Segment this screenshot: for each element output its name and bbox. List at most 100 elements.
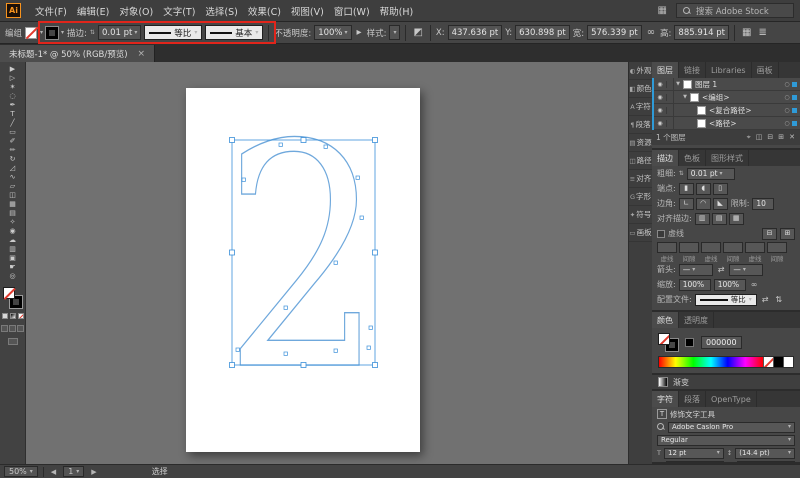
workspace-switcher-icon[interactable]: ▦ (658, 5, 667, 16)
line-segment-tool[interactable]: ╱ (2, 119, 24, 128)
menu-item[interactable]: 文字(T) (158, 2, 200, 20)
menu-item[interactable]: 编辑(E) (72, 2, 114, 20)
menu-item[interactable]: 窗口(W) (329, 2, 375, 20)
preserve-dash-icon[interactable]: ⊟ (762, 227, 777, 240)
gap-field[interactable] (723, 242, 743, 253)
arrange-documents-icon[interactable]: ▦ (740, 27, 753, 38)
color-spectrum[interactable] (658, 356, 794, 368)
style-dropdown[interactable]: ▾ (389, 25, 401, 40)
hex-field[interactable]: 000000 (701, 335, 742, 349)
panel-tab[interactable]: 色板 (679, 150, 706, 166)
selection-tool[interactable]: ▶ (2, 65, 24, 74)
artboard-tool[interactable]: ▣ (2, 254, 24, 263)
artboard-navigation-select[interactable]: 1 ▾ (63, 466, 85, 477)
symbol-sprayer-tool[interactable]: ☁ (2, 236, 24, 245)
paintbrush-tool[interactable]: ✐ (2, 137, 24, 146)
black-swatch[interactable] (773, 357, 783, 367)
magic-wand-tool[interactable]: ✶ (2, 83, 24, 92)
draw-normal-icon[interactable] (1, 325, 8, 332)
constrain-proportions-icon[interactable]: ∞ (645, 27, 657, 38)
rotate-tool[interactable]: ↻ (2, 155, 24, 164)
panel-tab[interactable]: 透明度 (679, 312, 714, 328)
panel-button-align[interactable]: ≡ 对齐 (629, 170, 652, 188)
locate-object-icon[interactable]: ⌖ (746, 133, 752, 142)
new-sublayer-icon[interactable]: ⊟ (766, 133, 774, 142)
stock-search-field[interactable]: 搜索 Adobe Stock (676, 3, 794, 18)
panel-button-paragraph[interactable]: ¶ 段落 (629, 116, 652, 134)
width-field[interactable]: 576.339 pt (587, 25, 642, 40)
font-family-dropdown[interactable]: Adobe Caslon Pro ▾ (668, 421, 795, 433)
screen-mode-button[interactable] (7, 338, 18, 345)
target-icon[interactable]: ○ (782, 120, 792, 127)
clipping-mask-icon[interactable]: ◫ (755, 133, 764, 142)
expand-caret-icon[interactable]: ▼ (674, 81, 682, 87)
menu-item[interactable]: 帮助(H) (375, 2, 419, 20)
layer-row[interactable]: ◉ <路径> ○ (654, 117, 800, 130)
current-color-swatch[interactable] (685, 337, 694, 347)
flip-along-icon[interactable]: ⇄ (760, 295, 771, 304)
menu-item[interactable]: 选择(S) (200, 2, 242, 20)
expand-caret-icon[interactable]: ▼ (681, 94, 689, 100)
stroke-color-swatch[interactable] (45, 25, 60, 40)
panel-button-character[interactable]: A 字符 (629, 98, 652, 116)
recolor-artwork-icon[interactable]: ◩ (411, 27, 424, 38)
shape-builder-tool[interactable]: ◫ (2, 191, 24, 200)
none-mode-icon[interactable] (17, 313, 24, 319)
menu-item[interactable]: 视图(V) (286, 2, 329, 20)
bevel-join-icon[interactable]: ◣ (712, 197, 728, 210)
draw-behind-icon[interactable] (9, 325, 16, 332)
previous-artboard-icon[interactable]: ◀ (49, 468, 58, 476)
panel-tab[interactable]: OpenType (706, 391, 757, 407)
stroke-caret-icon[interactable]: ▾ (61, 29, 64, 36)
width-profile-dropdown[interactable]: 等比 ▾ (144, 25, 203, 40)
panel-tab[interactable]: 字符 (652, 391, 679, 407)
zoom-tool[interactable]: ◎ (2, 272, 24, 281)
menu-item[interactable]: 效果(C) (243, 2, 286, 20)
width-tool[interactable]: ∿ (2, 173, 24, 182)
fill-proxy-swatch[interactable] (658, 333, 670, 345)
gradient-tool[interactable]: ▤ (2, 209, 24, 218)
panel-button-assets[interactable]: ▤ 资源 (629, 134, 652, 152)
gap-field[interactable] (767, 242, 787, 253)
panel-button-glyphs[interactable]: G 字形 (629, 188, 652, 206)
dash-field[interactable] (657, 242, 677, 253)
arrowhead-end-dropdown[interactable]: — ▾ (729, 263, 764, 276)
panel-button-pathfinder[interactable]: ◫ 路径 (629, 152, 652, 170)
draw-inside-icon[interactable] (17, 325, 24, 332)
document-tab[interactable]: 未标题-1* @ 50% (RGB/预览) × (0, 45, 156, 62)
type-tool[interactable]: T (2, 110, 24, 119)
align-dash-icon[interactable]: ⊞ (780, 227, 795, 240)
canvas[interactable]: 2 (26, 62, 628, 464)
font-size-field[interactable]: 12 pt ▾ (663, 447, 724, 459)
round-cap-icon[interactable]: ◖ (695, 182, 711, 195)
panel-tab[interactable]: 段落 (679, 391, 706, 407)
miter-limit-field[interactable]: 10 (752, 197, 775, 210)
menu-item[interactable]: 文件(F) (30, 2, 72, 20)
visibility-eye-icon[interactable]: ◉ (654, 119, 667, 127)
touch-type-button[interactable]: 修饰文字工具 (670, 409, 715, 420)
dash-field[interactable] (701, 242, 721, 253)
rectangle-tool[interactable]: ▭ (2, 128, 24, 137)
blend-tool[interactable]: ◉ (2, 227, 24, 236)
stroke-stepper-icon[interactable]: ⇅ (90, 29, 95, 36)
align-stroke-center-icon[interactable]: ▥ (694, 212, 710, 225)
link-scale-icon[interactable]: ∞ (749, 280, 760, 289)
panel-button-color[interactable]: ◧ 颜色 (629, 80, 652, 98)
brush-definition-dropdown[interactable]: 基本 ▾ (205, 25, 264, 40)
panel-tab[interactable]: 链接 (679, 62, 706, 78)
pencil-tool[interactable]: ✏ (2, 146, 24, 155)
gradient-mode-icon[interactable] (9, 313, 16, 319)
align-stroke-inside-icon[interactable]: ▤ (711, 212, 727, 225)
target-icon[interactable]: ○ (782, 81, 792, 88)
direct-selection-tool[interactable]: ▷ (2, 74, 24, 83)
target-icon[interactable]: ○ (782, 107, 792, 114)
gradient-panel-header[interactable]: 渐变 (652, 375, 800, 391)
panel-button-symbols[interactable]: ✦ 符号 (629, 206, 652, 224)
layer-row[interactable]: ◉ ▼ <编组> ○ (654, 91, 800, 104)
align-stroke-outside-icon[interactable]: ▦ (728, 212, 744, 225)
panel-tab[interactable]: 图层 (652, 62, 679, 78)
arrow-scale-start-field[interactable]: 100% (678, 278, 711, 291)
eyedropper-tool[interactable]: ✧ (2, 218, 24, 227)
pen-tool[interactable]: ✒ (2, 101, 24, 110)
panel-tab[interactable]: Libraries (706, 62, 752, 78)
